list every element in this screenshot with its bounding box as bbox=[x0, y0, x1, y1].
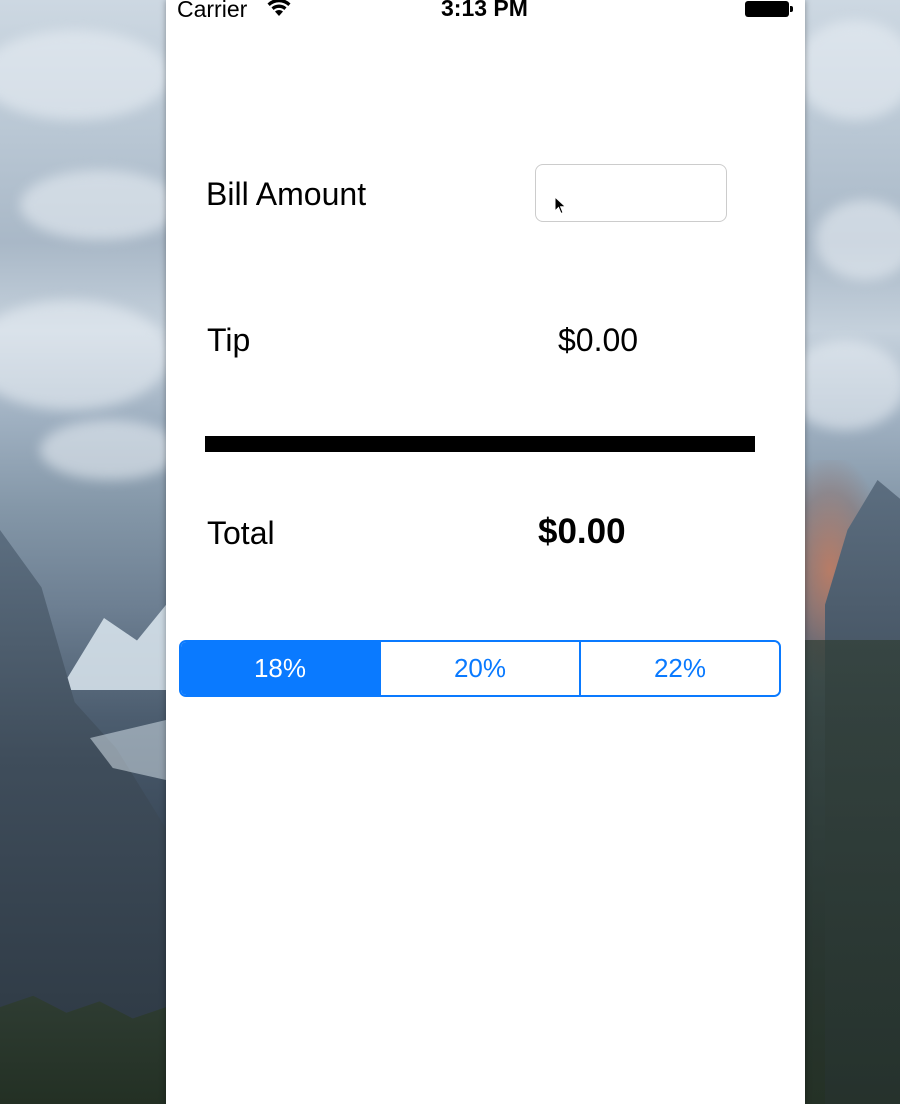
tip-option-22[interactable]: 22% bbox=[579, 642, 779, 695]
phone-screen: Carrier 3:13 PM Bill Amount Tip $0.00 To… bbox=[166, 0, 805, 1104]
wallpaper-right bbox=[805, 0, 900, 1104]
wallpaper-left bbox=[0, 0, 166, 1104]
total-value: $0.00 bbox=[538, 512, 626, 551]
tip-option-20[interactable]: 20% bbox=[379, 642, 579, 695]
tip-percentage-control: 18% 20% 22% bbox=[179, 640, 781, 697]
status-bar: Carrier 3:13 PM bbox=[166, 0, 805, 22]
desktop-background: Carrier 3:13 PM Bill Amount Tip $0.00 To… bbox=[0, 0, 900, 1104]
mouse-pointer-icon bbox=[554, 196, 567, 215]
total-divider bbox=[205, 436, 755, 452]
bill-amount-label: Bill Amount bbox=[206, 176, 367, 212]
carrier-label: Carrier bbox=[177, 0, 248, 22]
total-label: Total bbox=[207, 515, 275, 551]
status-time: 3:13 PM bbox=[441, 0, 528, 21]
tip-value: $0.00 bbox=[558, 322, 639, 358]
tip-label: Tip bbox=[207, 322, 251, 358]
wifi-icon bbox=[267, 0, 291, 16]
tip-option-18[interactable]: 18% bbox=[181, 642, 379, 695]
battery-icon bbox=[745, 1, 789, 17]
battery-tip-icon bbox=[790, 6, 793, 12]
